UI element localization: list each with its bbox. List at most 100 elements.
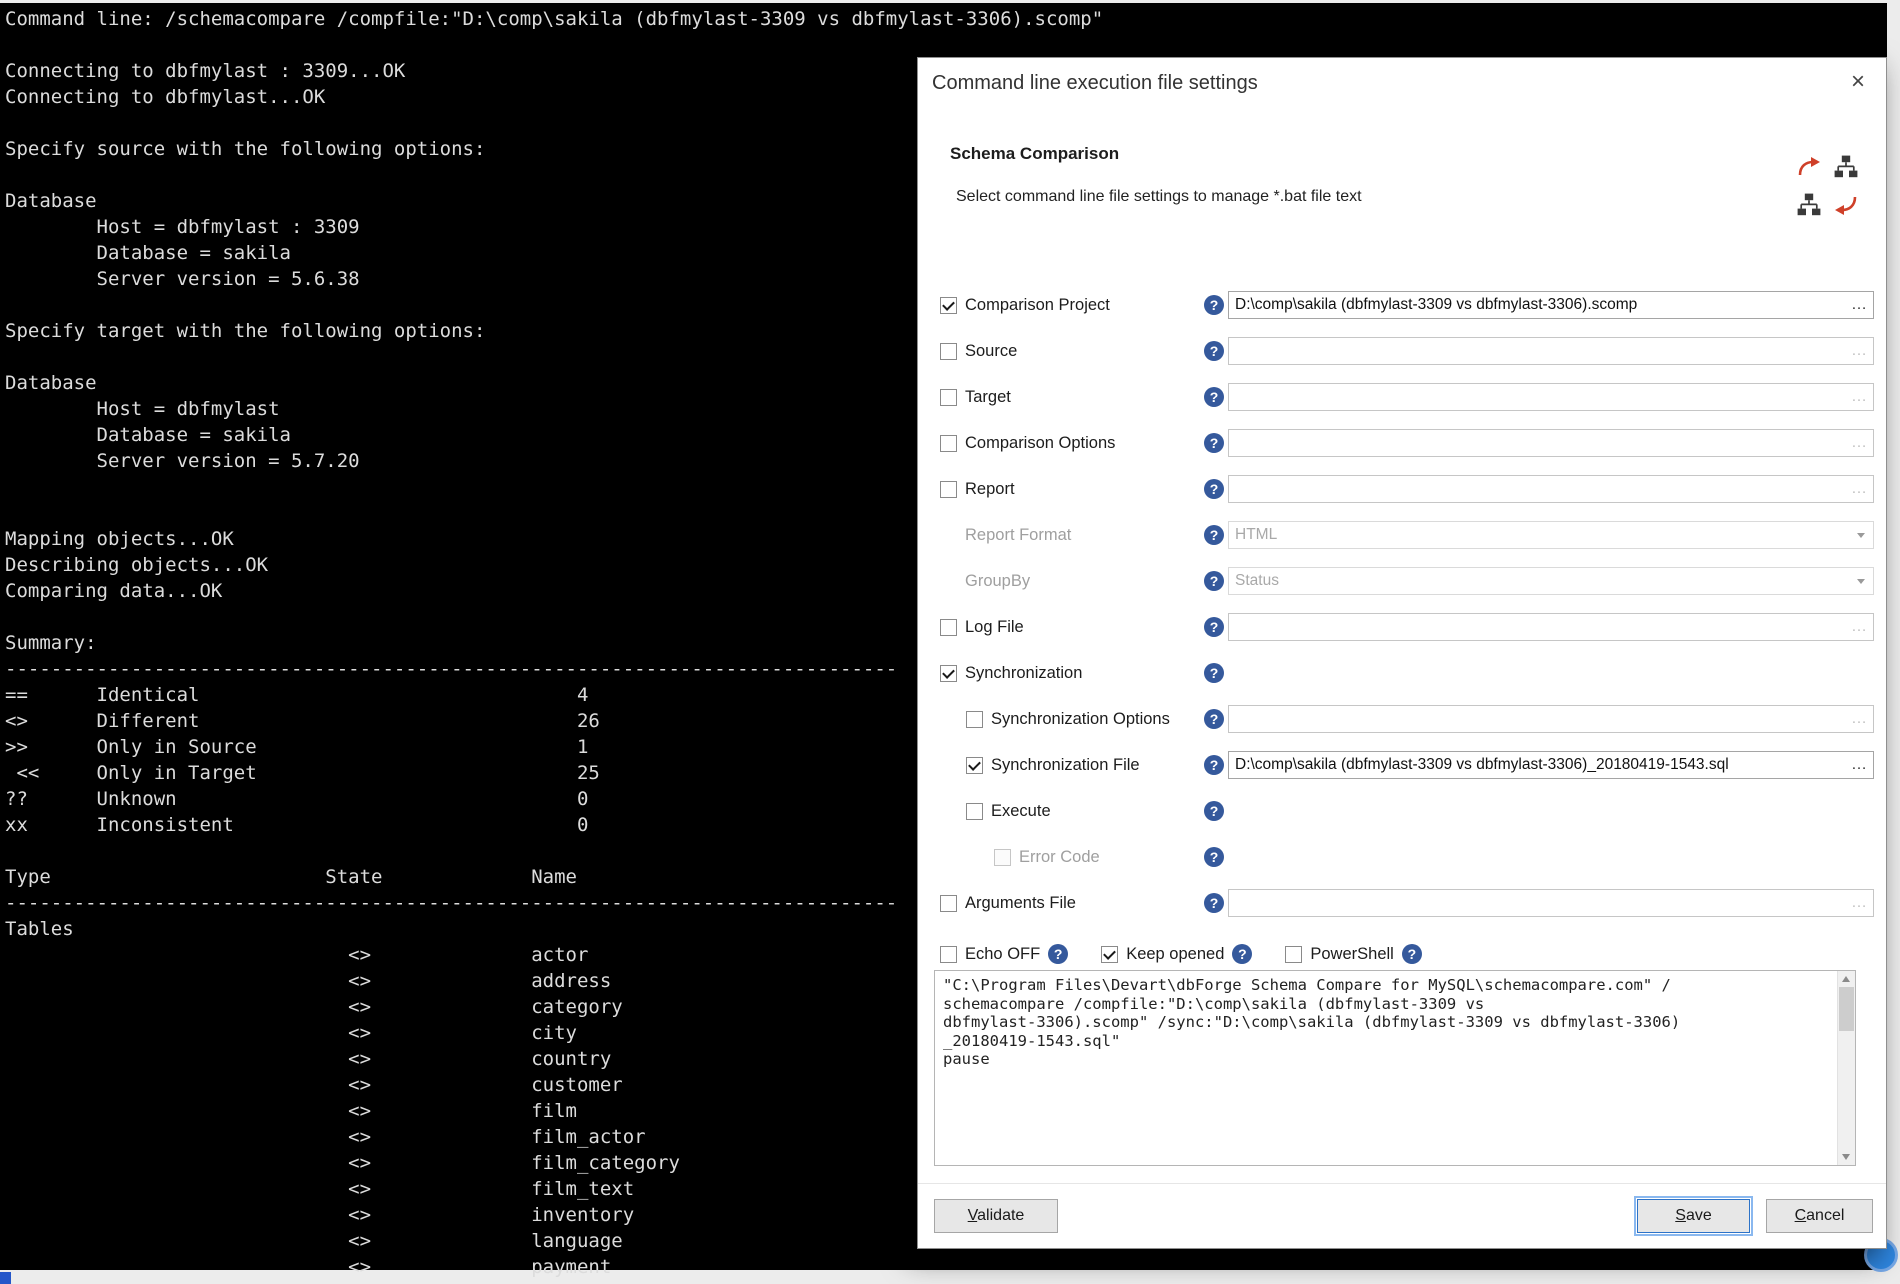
source-checkbox[interactable] [940, 343, 957, 360]
row-synchronization: Synchronization ? [918, 650, 1886, 696]
browse-button[interactable]: … [1845, 480, 1873, 498]
row-target: Target ? … [918, 374, 1886, 420]
validate-button[interactable]: Validate [934, 1199, 1058, 1233]
target-field[interactable]: … [1228, 383, 1874, 411]
groupby-value: Status [1229, 572, 1849, 590]
help-icon[interactable]: ? [1204, 433, 1224, 453]
cancel-button[interactable]: Cancel [1766, 1199, 1873, 1233]
synchronization-file-checkbox[interactable] [966, 757, 983, 774]
error-code-label: Error Code [1019, 848, 1204, 867]
synchronization-options-field[interactable]: … [1228, 705, 1874, 733]
echo-off-checkbox[interactable] [940, 946, 957, 963]
browse-button[interactable]: … [1845, 434, 1873, 452]
synchronization-file-value: D:\comp\sakila (dbfmylast-3309 vs dbfmyl… [1229, 756, 1845, 774]
keep-opened-option: Keep opened ? [1101, 944, 1255, 964]
echo-off-option: Echo OFF ? [940, 944, 1071, 964]
help-icon[interactable]: ? [1204, 525, 1224, 545]
report-label: Report [965, 480, 1204, 499]
keep-opened-checkbox[interactable] [1101, 946, 1118, 963]
scrollbar-thumb[interactable] [1839, 987, 1854, 1031]
help-icon[interactable]: ? [1232, 944, 1252, 964]
groupby-dropdown: Status [1228, 567, 1874, 595]
dialog-title: Command line execution file settings [932, 72, 1258, 95]
browse-button[interactable]: … [1845, 756, 1873, 774]
browse-button[interactable]: … [1845, 618, 1873, 636]
help-icon[interactable]: ? [1204, 479, 1224, 499]
help-icon[interactable]: ? [1204, 847, 1224, 867]
schema-comparison-subtitle: Select command line file settings to man… [956, 188, 1362, 206]
report-format-value: HTML [1229, 526, 1849, 544]
org-chart-icon [1834, 155, 1858, 184]
source-field[interactable]: … [1228, 337, 1874, 365]
execute-label: Execute [991, 802, 1204, 821]
browse-button[interactable]: … [1845, 296, 1873, 314]
save-button[interactable]: Save [1637, 1199, 1750, 1233]
row-log-file: Log File ? … [918, 604, 1886, 650]
synchronization-checkbox[interactable] [940, 665, 957, 682]
red-arrow-left-icon [1834, 195, 1858, 220]
comparison-project-checkbox[interactable] [940, 297, 957, 314]
row-comparison-project: Comparison Project ? D:\comp\sakila (dbf… [918, 282, 1886, 328]
help-icon[interactable]: ? [1204, 617, 1224, 637]
scroll-down-icon[interactable] [1842, 1154, 1850, 1160]
comparison-options-checkbox[interactable] [940, 435, 957, 452]
row-arguments-file: Arguments File ? … [918, 880, 1886, 926]
comparison-project-field[interactable]: D:\comp\sakila (dbfmylast-3309 vs dbfmyl… [1228, 291, 1874, 319]
help-icon[interactable]: ? [1204, 801, 1224, 821]
schema-comparison-heading: Schema Comparison [950, 144, 1119, 164]
bat-file-text-area[interactable]: "C:\Program Files\Devart\dbForge Schema … [934, 970, 1856, 1166]
row-report-format: Report Format ? HTML [918, 512, 1886, 558]
arguments-file-checkbox[interactable] [940, 895, 957, 912]
browse-button[interactable]: … [1845, 894, 1873, 912]
arguments-file-field[interactable]: … [1228, 889, 1874, 917]
help-icon[interactable]: ? [1204, 663, 1224, 683]
synchronization-file-field[interactable]: D:\comp\sakila (dbfmylast-3309 vs dbfmyl… [1228, 751, 1874, 779]
comparison-project-value: D:\comp\sakila (dbfmylast-3309 vs dbfmyl… [1229, 296, 1845, 314]
dialog-footer: Validate Save Cancel [918, 1183, 1886, 1248]
chevron-down-icon [1849, 568, 1873, 594]
target-label: Target [965, 388, 1204, 407]
synchronization-file-label: Synchronization File [991, 756, 1204, 775]
row-execute: Execute ? [918, 788, 1886, 834]
comparison-options-field[interactable]: … [1228, 429, 1874, 457]
red-arrow-right-icon [1797, 157, 1821, 182]
help-icon[interactable]: ? [1204, 709, 1224, 729]
row-error-code: Error Code ? [918, 834, 1886, 880]
scrollbar[interactable] [1837, 971, 1855, 1165]
scroll-up-icon[interactable] [1842, 976, 1850, 982]
powershell-label: PowerShell [1310, 945, 1393, 964]
log-file-field[interactable]: … [1228, 613, 1874, 641]
row-source: Source ? … [918, 328, 1886, 374]
org-chart-icon [1797, 193, 1821, 222]
browse-button[interactable]: … [1845, 710, 1873, 728]
help-icon[interactable]: ? [1204, 755, 1224, 775]
row-groupby: GroupBy ? Status [918, 558, 1886, 604]
help-icon[interactable]: ? [1204, 341, 1224, 361]
browse-button[interactable]: … [1845, 388, 1873, 406]
source-label: Source [965, 342, 1204, 361]
row-comparison-options: Comparison Options ? … [918, 420, 1886, 466]
close-icon[interactable]: × [1842, 66, 1874, 98]
powershell-option: PowerShell ? [1285, 944, 1424, 964]
comparison-project-label: Comparison Project [965, 296, 1204, 315]
help-icon[interactable]: ? [1204, 893, 1224, 913]
browse-button[interactable]: … [1845, 342, 1873, 360]
target-checkbox[interactable] [940, 389, 957, 406]
schema-comparison-icon [1790, 150, 1864, 226]
bat-file-text: "C:\Program Files\Devart\dbForge Schema … [935, 971, 1855, 1073]
synchronization-options-checkbox[interactable] [966, 711, 983, 728]
help-icon[interactable]: ? [1402, 944, 1422, 964]
row-synchronization-options: Synchronization Options ? … [918, 696, 1886, 742]
powershell-checkbox[interactable] [1285, 946, 1302, 963]
synchronization-options-label: Synchronization Options [991, 710, 1204, 729]
chevron-down-icon [1849, 522, 1873, 548]
execute-checkbox[interactable] [966, 803, 983, 820]
log-file-checkbox[interactable] [940, 619, 957, 636]
report-checkbox[interactable] [940, 481, 957, 498]
error-code-checkbox [994, 849, 1011, 866]
help-icon[interactable]: ? [1204, 387, 1224, 407]
help-icon[interactable]: ? [1204, 571, 1224, 591]
help-icon[interactable]: ? [1048, 944, 1068, 964]
help-icon[interactable]: ? [1204, 295, 1224, 315]
report-field[interactable]: … [1228, 475, 1874, 503]
